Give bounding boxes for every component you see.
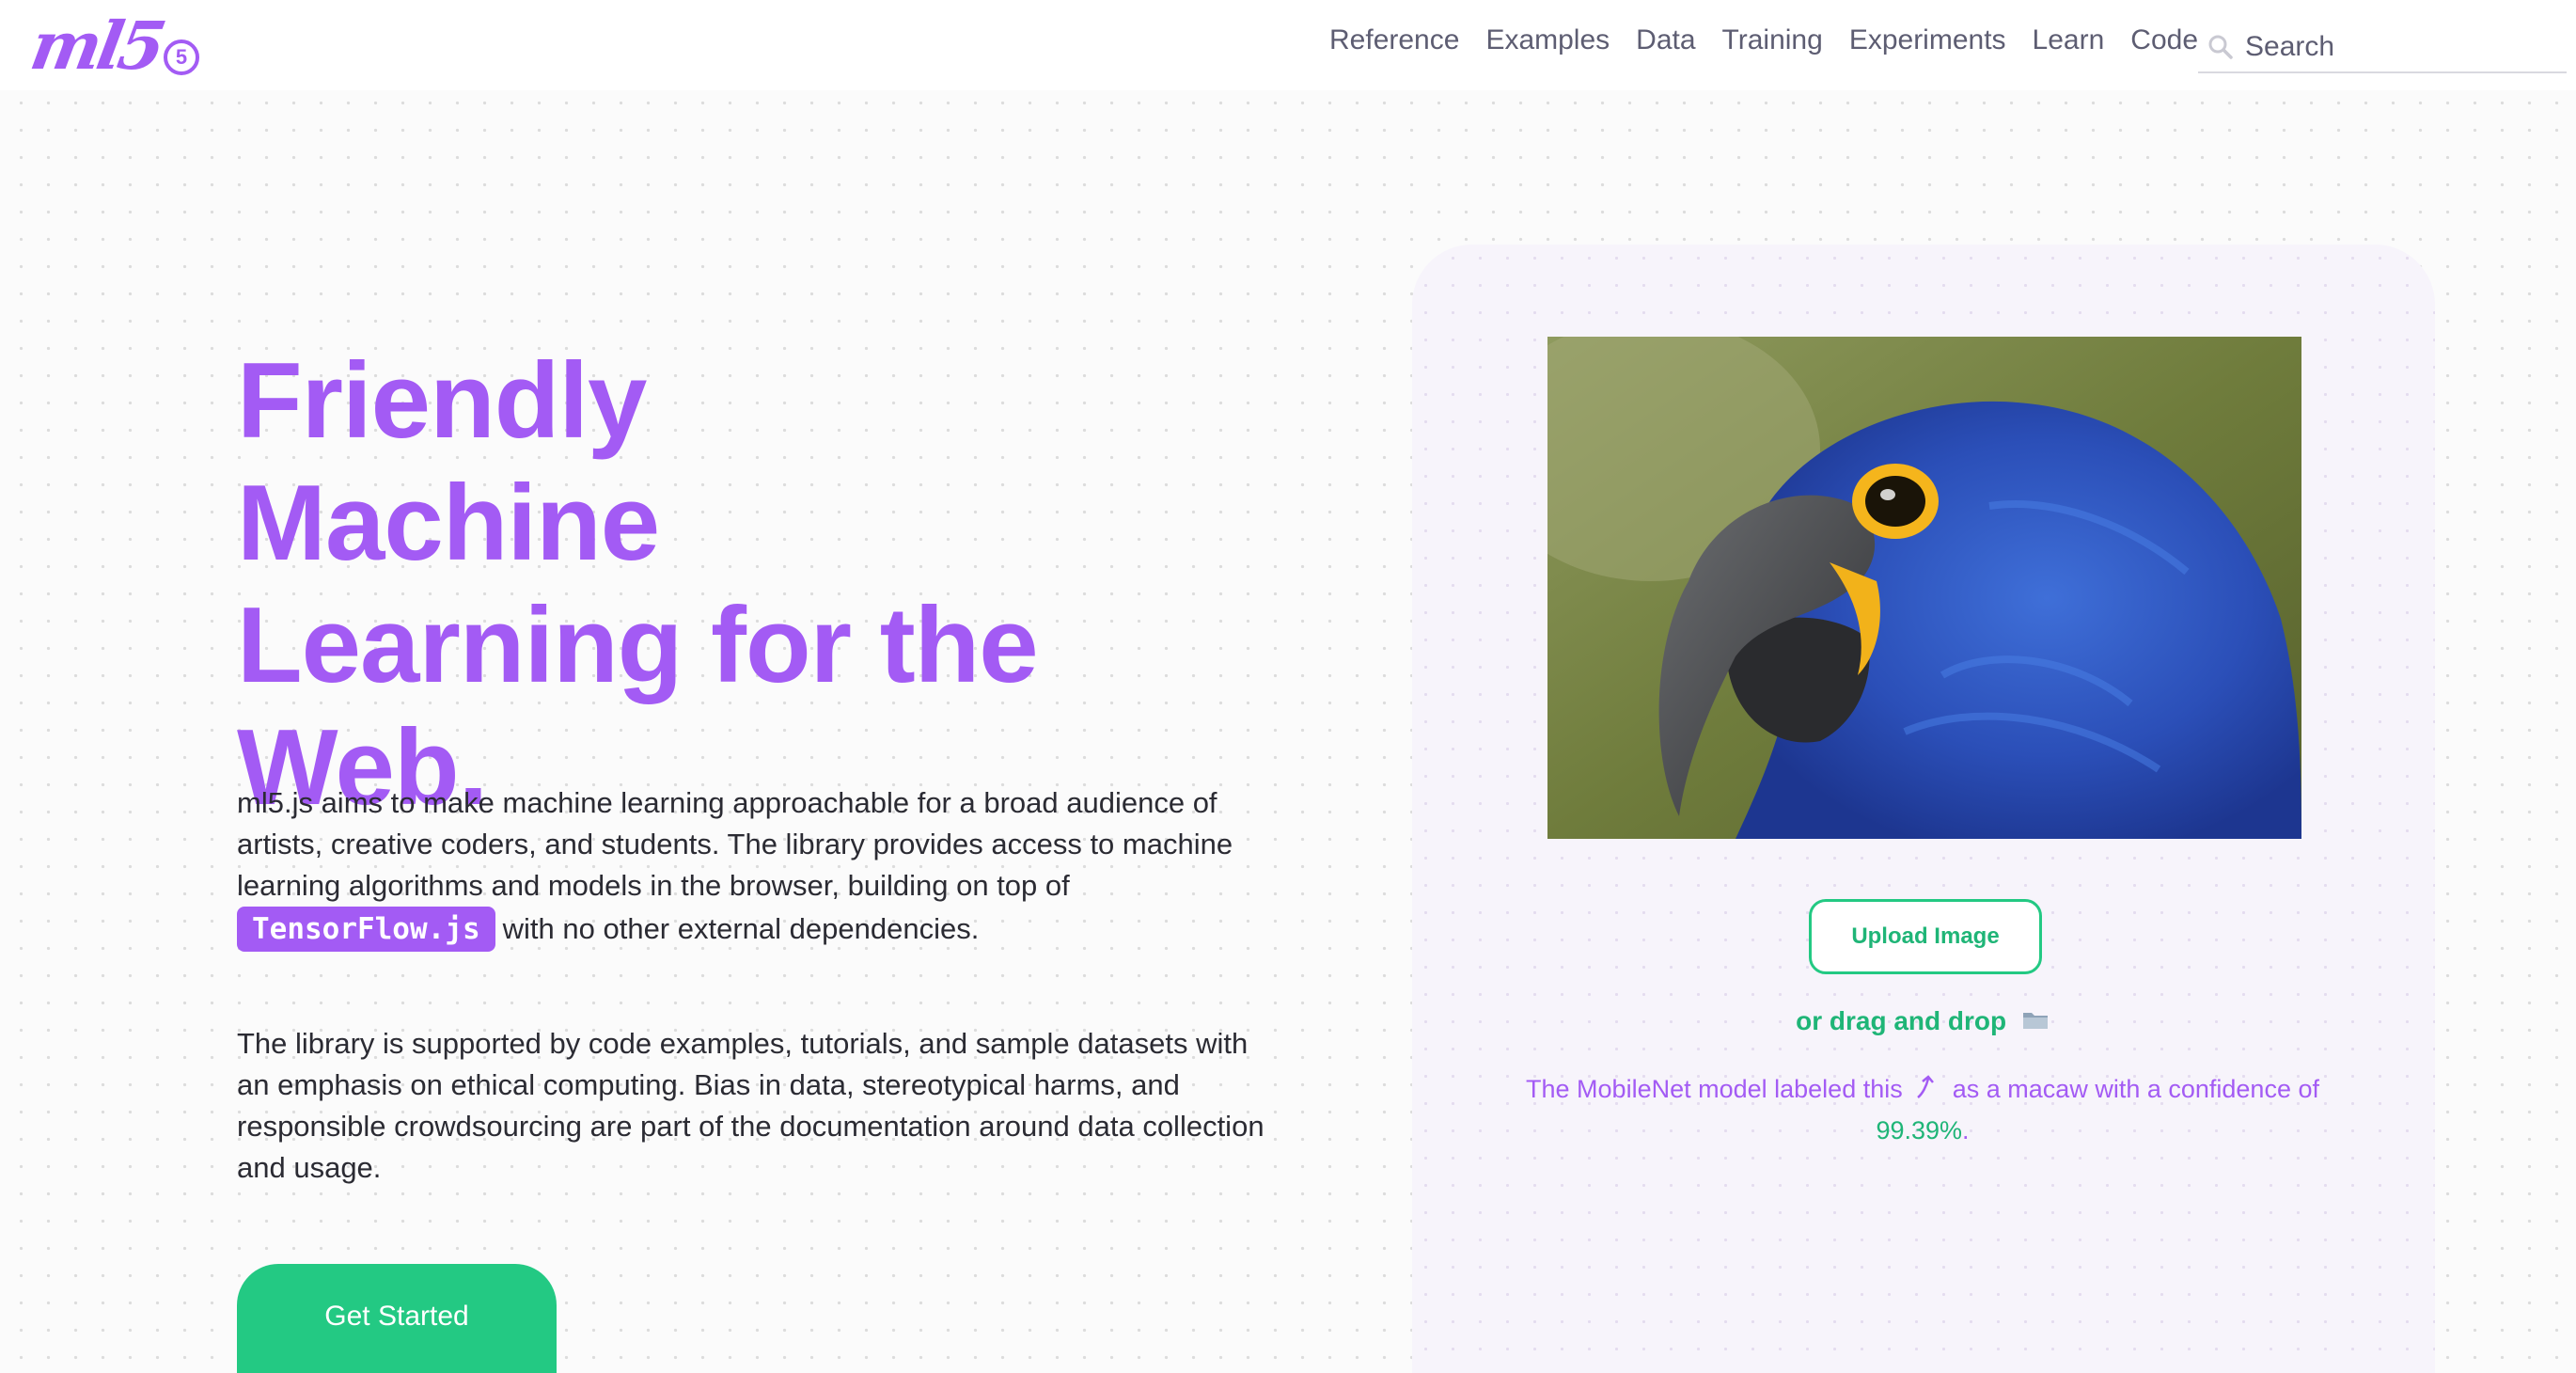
folder-icon [2021, 1008, 2050, 1038]
nav-learn[interactable]: Learn [2019, 21, 2118, 60]
classification-caption: The MobileNet model labeled this as a ma… [1495, 1070, 2350, 1149]
nav-training[interactable]: Training [1709, 21, 1836, 60]
hero-title: Friendly Machine Learning for the Web. [237, 340, 1083, 829]
curved-arrow-icon [1913, 1073, 1941, 1112]
logo-badge: 5 [164, 39, 199, 75]
search-box[interactable] [2198, 23, 2567, 73]
search-icon [2202, 28, 2239, 66]
hero-title-line-2: Learning for the [237, 586, 1039, 705]
tensorflow-link[interactable]: TensorFlow.js [237, 907, 495, 952]
caption-end: . [1962, 1116, 1970, 1144]
hero-title-line-1: Friendly Machine [237, 341, 660, 583]
drag-drop-hint[interactable]: or drag and drop [1598, 1006, 2247, 1038]
top-header: ml5 5 Reference Examples Data Training E… [0, 0, 2576, 90]
upload-image-button[interactable]: Upload Image [1809, 899, 2042, 974]
nav-data[interactable]: Data [1623, 21, 1708, 60]
intro-text-end: with no other external dependencies. [502, 912, 980, 945]
intro-paragraph: ml5.js aims to make machine learning app… [237, 782, 1271, 952]
logo-text: ml5 [24, 7, 168, 85]
caption-middle: as a macaw with a confidence of [1952, 1075, 2319, 1103]
nav-examples[interactable]: Examples [1472, 21, 1623, 60]
get-started-button[interactable]: Get Started [237, 1264, 557, 1373]
ethics-paragraph: The library is supported by code example… [237, 1027, 1264, 1184]
nav-reference[interactable]: Reference [1316, 21, 1472, 60]
parrot-image [1547, 337, 2301, 839]
page: ml5 5 Reference Examples Data Training E… [0, 0, 2576, 1373]
caption-start: The MobileNet model labeled this [1526, 1075, 1903, 1103]
nav-experiments[interactable]: Experiments [1836, 21, 2019, 60]
get-started-label: Get Started [324, 1301, 469, 1332]
drag-drop-label: or drag and drop [1796, 1006, 2007, 1035]
main-nav: Reference Examples Data Training Experim… [1316, 21, 2211, 60]
search-input[interactable] [2245, 31, 2555, 63]
confidence-value: 99.39% [1876, 1116, 1963, 1144]
ml5-logo[interactable]: ml5 5 [25, 7, 211, 85]
intro-text: ml5.js aims to make machine learning app… [237, 786, 1233, 902]
